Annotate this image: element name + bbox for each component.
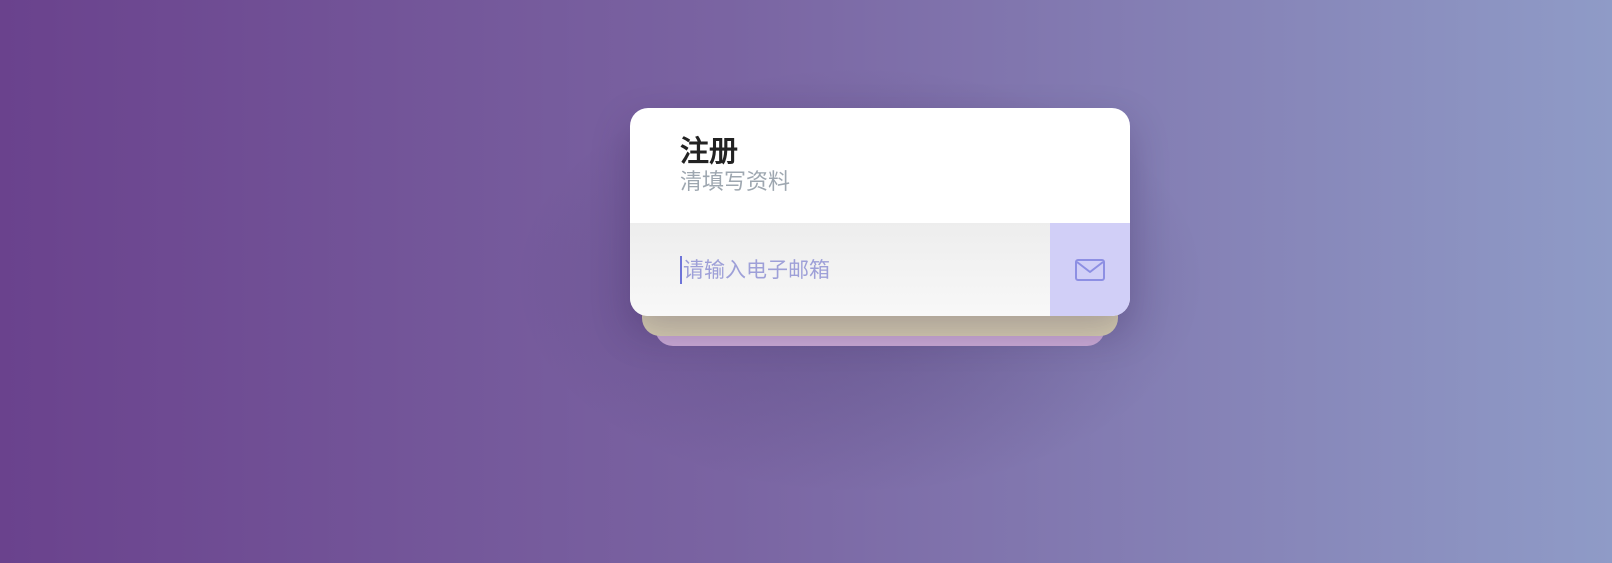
registration-card-stack: 注册 清填写资料 <box>630 108 1130 346</box>
card-header: 注册 清填写资料 <box>630 108 1130 223</box>
email-form-row <box>630 223 1130 316</box>
page-title: 注册 <box>680 134 739 168</box>
email-submit-button[interactable] <box>1050 223 1130 316</box>
registration-card: 注册 清填写资料 <box>630 108 1130 316</box>
page-subtitle: 清填写资料 <box>680 170 791 195</box>
envelope-icon <box>1074 257 1106 283</box>
email-field-wrapper <box>630 223 1050 316</box>
email-input[interactable] <box>680 255 1023 284</box>
